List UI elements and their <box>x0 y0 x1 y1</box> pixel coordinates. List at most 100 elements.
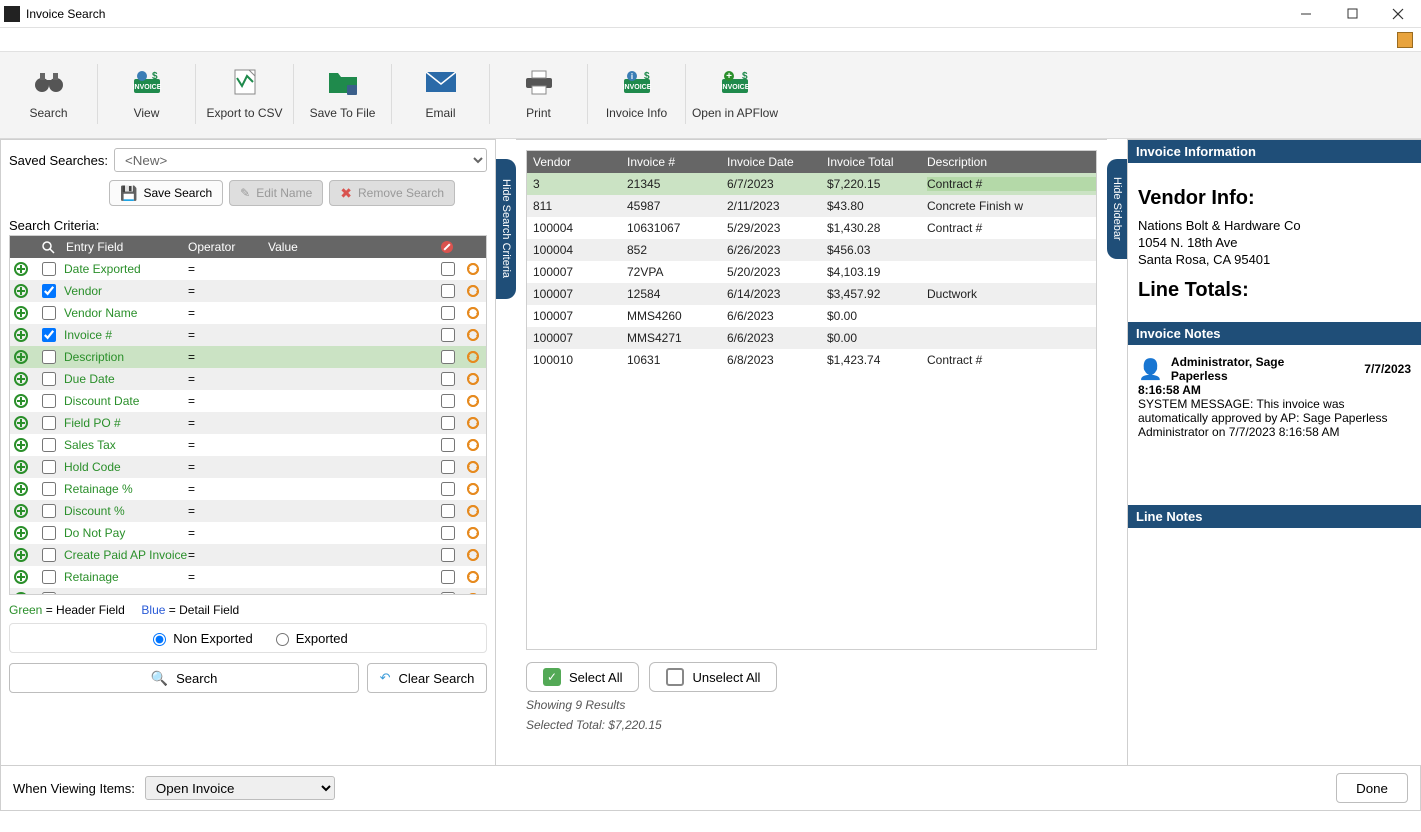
criteria-field[interactable]: Retainage <box>64 570 188 584</box>
criteria-operator[interactable]: = <box>188 262 268 276</box>
criteria-not-checkbox[interactable] <box>441 328 455 342</box>
done-button[interactable]: Done <box>1336 773 1408 803</box>
criteria-field[interactable]: Retainage % <box>64 482 188 496</box>
criteria-field[interactable]: Description <box>64 350 188 364</box>
minimize-button[interactable] <box>1283 0 1329 28</box>
add-row-icon[interactable] <box>10 592 32 595</box>
col-description[interactable]: Description <box>927 155 1043 169</box>
hide-sidebar-tab[interactable]: Hide Sidebar <box>1107 159 1127 259</box>
results-row[interactable]: 100007MMS42716/6/2023$0.00 <box>527 327 1096 349</box>
criteria-checkbox[interactable] <box>42 526 56 540</box>
radio-exported-input[interactable] <box>276 633 289 646</box>
add-row-icon[interactable] <box>10 526 32 540</box>
criteria-not-checkbox[interactable] <box>441 504 455 518</box>
criteria-field[interactable]: Discount Date <box>64 394 188 408</box>
save-search-button[interactable]: 💾 Save Search <box>109 180 223 206</box>
results-row[interactable]: 100007MMS42606/6/2023$0.00 <box>527 305 1096 327</box>
criteria-not-checkbox[interactable] <box>441 372 455 386</box>
criteria-row[interactable]: Discount Date= <box>10 390 486 412</box>
criteria-not-checkbox[interactable] <box>441 526 455 540</box>
add-row-icon[interactable] <box>10 350 32 364</box>
close-button[interactable] <box>1375 0 1421 28</box>
add-row-icon[interactable] <box>10 372 32 386</box>
radio-exported[interactable]: Exported <box>271 630 348 646</box>
criteria-not-checkbox[interactable] <box>441 548 455 562</box>
toolbar-email[interactable]: Email <box>392 64 490 124</box>
criteria-not-checkbox[interactable] <box>441 350 455 364</box>
add-row-icon[interactable] <box>10 570 32 584</box>
refresh-row-icon[interactable] <box>460 305 486 321</box>
criteria-not-checkbox[interactable] <box>441 284 455 298</box>
results-row[interactable]: 1000048526/26/2023$456.03 <box>527 239 1096 261</box>
criteria-field[interactable]: Vendor <box>64 284 188 298</box>
add-row-icon[interactable] <box>10 416 32 430</box>
criteria-checkbox[interactable] <box>42 416 56 430</box>
criteria-checkbox[interactable] <box>42 438 56 452</box>
refresh-row-icon[interactable] <box>460 481 486 497</box>
refresh-row-icon[interactable] <box>460 525 486 541</box>
criteria-operator[interactable]: = <box>188 482 268 496</box>
clear-search-button[interactable]: ↶ Clear Search <box>367 663 487 693</box>
criteria-operator[interactable]: = <box>188 438 268 452</box>
add-row-icon[interactable] <box>10 262 32 276</box>
results-row[interactable]: 811459872/11/2023$43.80Concrete Finish w <box>527 195 1096 217</box>
select-all-button[interactable]: ✓ Select All <box>526 662 639 692</box>
refresh-row-icon[interactable] <box>460 393 486 409</box>
criteria-operator[interactable]: = <box>188 306 268 320</box>
criteria-not-checkbox[interactable] <box>441 482 455 496</box>
criteria-not-checkbox[interactable] <box>441 394 455 408</box>
refresh-row-icon[interactable] <box>460 415 486 431</box>
refresh-row-icon[interactable] <box>460 503 486 519</box>
toolbar-open-apflow[interactable]: INVOICE+$ Open in APFlow <box>686 64 784 124</box>
criteria-row[interactable]: Field PO #= <box>10 412 486 434</box>
criteria-operator[interactable]: = <box>188 460 268 474</box>
results-row[interactable]: 100010106316/8/2023$1,423.74Contract # <box>527 349 1096 371</box>
criteria-operator[interactable]: = <box>188 416 268 430</box>
hide-criteria-tab[interactable]: Hide Search Criteria <box>496 159 516 299</box>
criteria-field[interactable]: Field PO # <box>64 416 188 430</box>
criteria-checkbox[interactable] <box>42 262 56 276</box>
criteria-not-checkbox[interactable] <box>441 416 455 430</box>
criteria-checkbox[interactable] <box>42 460 56 474</box>
add-row-icon[interactable] <box>10 438 32 452</box>
criteria-field[interactable]: Discount <box>64 592 188 595</box>
criteria-checkbox[interactable] <box>42 570 56 584</box>
criteria-row[interactable]: Sales Tax= <box>10 434 486 456</box>
toolbar-search[interactable]: Search <box>0 64 98 124</box>
toolbar-print[interactable]: Print <box>490 64 588 124</box>
unselect-all-button[interactable]: Unselect All <box>649 662 777 692</box>
saved-searches-select[interactable]: <New> <box>114 148 487 172</box>
criteria-row[interactable]: Discount= <box>10 588 486 595</box>
criteria-operator[interactable]: = <box>188 328 268 342</box>
add-row-icon[interactable] <box>10 482 32 496</box>
criteria-row[interactable]: Hold Code= <box>10 456 486 478</box>
criteria-checkbox[interactable] <box>42 372 56 386</box>
criteria-checkbox[interactable] <box>42 394 56 408</box>
refresh-row-icon[interactable] <box>460 547 486 563</box>
add-row-icon[interactable] <box>10 460 32 474</box>
refresh-row-icon[interactable] <box>460 371 486 387</box>
criteria-not-checkbox[interactable] <box>441 262 455 276</box>
criteria-checkbox[interactable] <box>42 350 56 364</box>
criteria-field[interactable]: Sales Tax <box>64 438 188 452</box>
criteria-not-checkbox[interactable] <box>441 306 455 320</box>
criteria-operator[interactable]: = <box>188 570 268 584</box>
criteria-row[interactable]: Retainage= <box>10 566 486 588</box>
add-row-icon[interactable] <box>10 504 32 518</box>
viewing-select[interactable]: Open Invoice <box>145 776 335 800</box>
search-button[interactable]: 🔍 Search <box>9 663 359 693</box>
results-row[interactable]: 10000772VPA5/20/2023$4,103.19 <box>527 261 1096 283</box>
col-vendor[interactable]: Vendor <box>527 155 627 169</box>
criteria-operator[interactable]: = <box>188 548 268 562</box>
refresh-row-icon[interactable] <box>460 261 486 277</box>
add-row-icon[interactable] <box>10 548 32 562</box>
criteria-row[interactable]: Invoice #= <box>10 324 486 346</box>
criteria-row[interactable]: Date Exported= <box>10 258 486 280</box>
criteria-field[interactable]: Do Not Pay <box>64 526 188 540</box>
refresh-row-icon[interactable] <box>460 591 486 595</box>
add-row-icon[interactable] <box>10 306 32 320</box>
criteria-field[interactable]: Create Paid AP Invoice <box>64 548 188 562</box>
maximize-button[interactable] <box>1329 0 1375 28</box>
criteria-checkbox[interactable] <box>42 592 56 595</box>
criteria-row[interactable]: Create Paid AP Invoice= <box>10 544 486 566</box>
